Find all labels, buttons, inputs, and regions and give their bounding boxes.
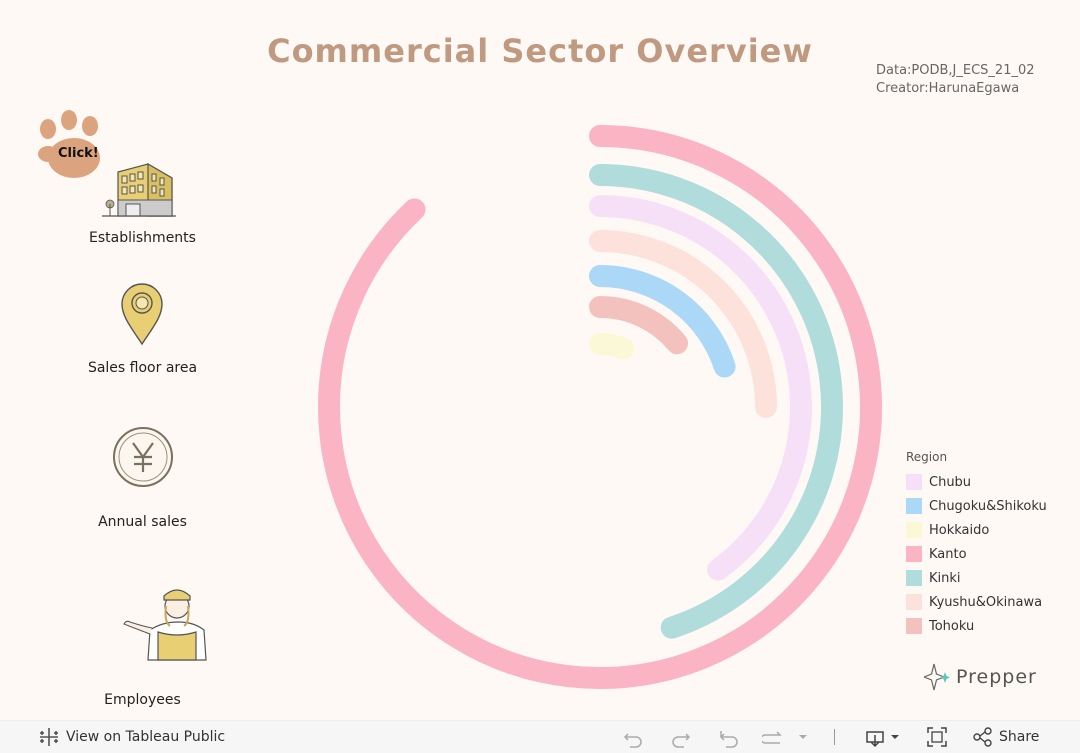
radial-bar-kanto[interactable]	[318, 125, 882, 689]
legend-item[interactable]: Chubu	[906, 470, 1047, 494]
metric-label: Annual sales	[98, 514, 187, 530]
building-icon	[60, 160, 225, 218]
radial-bar-hokkaido[interactable]	[589, 333, 635, 360]
legend-item[interactable]: Chugoku&Shikoku	[906, 494, 1047, 518]
legend-swatch	[906, 474, 922, 490]
legend-item[interactable]: Kyushu&Okinawa	[906, 590, 1047, 614]
location-pin-icon	[60, 282, 225, 346]
metric-employees[interactable]: Employees	[60, 582, 225, 712]
redo-icon	[672, 733, 691, 748]
legend-label: Hokkaido	[929, 522, 990, 538]
metric-annual-sales[interactable]: Annual sales	[60, 426, 225, 536]
dropdown-arrow-icon	[799, 735, 807, 739]
fullscreen-icon	[927, 727, 947, 747]
undo-icon	[623, 733, 642, 748]
metric-sales-floor-area[interactable]: Sales floor area	[60, 282, 225, 382]
creator-text: Creator:HarunaEgawa	[876, 81, 1020, 96]
download-icon	[866, 731, 884, 748]
fullscreen-button[interactable]	[926, 721, 948, 753]
legend-swatch	[906, 498, 922, 514]
legend-label: Kyushu&Okinawa	[929, 594, 1043, 610]
metric-label: Employees	[104, 692, 181, 708]
metric-label: Establishments	[89, 230, 196, 246]
undo-button[interactable]	[622, 721, 644, 753]
revert-icon	[719, 731, 738, 748]
dropdown-arrow-icon	[891, 735, 899, 739]
brand-logo: Prepper	[924, 662, 1037, 692]
legend-title: Region	[906, 450, 948, 464]
click-label[interactable]: Click!	[58, 146, 99, 161]
toolbar-divider	[834, 729, 835, 745]
download-button[interactable]	[864, 721, 902, 753]
tableau-logo-icon	[40, 728, 58, 746]
credits: Data:PODB,J_ECS_21_02 Creator:HarunaEgaw…	[876, 62, 1035, 98]
refresh-icon	[762, 731, 782, 744]
legend: Region Chubu Chugoku&Shikoku Hokkaido Kanto…	[906, 450, 1047, 638]
brand-name: Prepper	[956, 666, 1037, 688]
share-icon	[973, 727, 992, 747]
legend-swatch	[906, 618, 922, 634]
view-on-tableau-label[interactable]: View on Tableau Public	[66, 729, 225, 745]
view-on-tableau-link[interactable]: View on Tableau Public	[38, 721, 225, 753]
share-button[interactable]: Share	[972, 721, 1039, 753]
metric-label: Sales floor area	[87, 360, 198, 376]
share-label[interactable]: Share	[999, 729, 1039, 745]
legend-swatch	[906, 522, 922, 538]
legend-item[interactable]: Hokkaido	[906, 518, 1047, 542]
legend-swatch	[906, 594, 922, 610]
yen-coin-icon	[60, 426, 225, 488]
redo-button[interactable]	[670, 721, 692, 753]
revert-button[interactable]	[718, 721, 740, 753]
legend-item[interactable]: Tohoku	[906, 614, 1047, 638]
legend-swatch	[906, 570, 922, 586]
legend-label: Chubu	[929, 474, 972, 490]
metric-establishments[interactable]: Establishments	[60, 160, 225, 250]
tableau-toolbar: View on Tableau Public Share	[0, 720, 1080, 753]
legend-label: Kinki	[929, 570, 961, 586]
legend-item[interactable]: Kinki	[906, 566, 1047, 590]
legend-swatch	[906, 546, 922, 562]
legend-label: Chugoku&Shikoku	[929, 498, 1047, 514]
radial-bar-chart[interactable]	[300, 100, 900, 700]
sparkle-logo-icon	[924, 663, 950, 691]
shop-clerk-icon	[60, 582, 225, 664]
legend-label: Tohoku	[929, 618, 975, 634]
data-source-text: Data:PODB,J_ECS_21_02	[876, 63, 1035, 78]
legend-label: Kanto	[929, 546, 967, 562]
legend-item[interactable]: Kanto	[906, 542, 1047, 566]
refresh-button[interactable]	[762, 721, 810, 753]
